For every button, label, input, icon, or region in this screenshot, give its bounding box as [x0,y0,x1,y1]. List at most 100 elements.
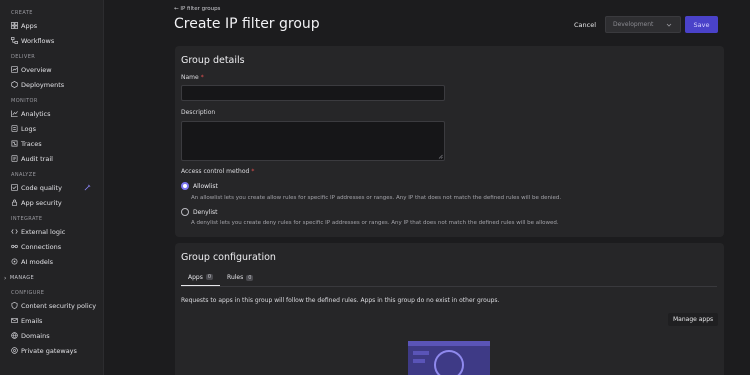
shield-icon [10,302,18,310]
audit-trail-icon [10,155,18,163]
cancel-button[interactable]: Cancel [570,17,600,33]
logs-icon [10,125,18,133]
name-label: Name * [181,74,204,81]
allowlist-radio-option[interactable]: Allowlist [181,182,218,190]
sidebar-item-overview[interactable]: Overview [0,62,103,77]
sidebar-item-label: Overview [21,65,52,74]
tab-count-badge: 0 [246,274,254,281]
sidebar-item-label: Analytics [21,109,51,118]
sidebar-item-label: App security [21,198,62,207]
group-details-card: Group details Name * Description Access c… [175,46,724,237]
sparkle-icon [84,184,91,191]
sidebar-item-traces[interactable]: Traces [0,136,103,151]
sidebar-item-app-security[interactable]: App security [0,195,103,210]
tab-rules[interactable]: Rules 0 [220,269,260,286]
denylist-label: Denylist [193,208,218,216]
sidebar-section-configure: CONFIGURE [11,290,45,296]
tab-count-badge: 0 [205,274,214,280]
sidebar-item-label: Workflows [21,36,55,45]
page-title: Create IP filter group [174,16,320,32]
app-security-icon [10,199,18,207]
sidebar: CREATE Apps Workflows DELIVER Overview D… [0,0,104,375]
environment-select-value: Development [613,21,654,28]
sidebar-item-label: Logs [21,124,36,133]
sidebar-item-analytics[interactable]: Analytics [0,106,103,121]
sidebar-item-label: Connections [21,242,62,251]
chevron-down-icon [666,23,672,27]
access-control-label-text: Access control method [181,168,250,175]
sidebar-item-label: External logic [21,227,66,236]
environment-select[interactable]: Development [605,16,681,33]
resize-grip-icon[interactable] [438,154,443,159]
description-textarea[interactable] [181,121,445,161]
sidebar-item-label: Deployments [21,80,65,89]
workflows-icon [10,37,18,45]
denylist-help-text: A denylist lets you create deny rules fo… [191,220,559,226]
tab-label: Rules [227,274,244,281]
sidebar-item-emails[interactable]: Emails [0,313,103,328]
sidebar-item-logs[interactable]: Logs [0,121,103,136]
tab-apps[interactable]: Apps 0 [181,269,221,286]
name-input[interactable] [181,85,445,101]
sidebar-section-integrate: INTEGRATE [11,216,43,222]
sidebar-section-deliver: DELIVER [11,54,36,60]
group-details-heading: Group details [181,55,245,66]
sidebar-item-workflows[interactable]: Workflows [0,33,103,48]
sidebar-item-label: Content security policy [21,301,97,310]
manage-apps-button[interactable]: Manage apps [668,313,719,326]
sidebar-section-create: CREATE [11,10,33,16]
config-tabs: Apps 0 Rules 0 [181,269,260,286]
sidebar-item-connections[interactable]: Connections [0,239,103,254]
analytics-icon [10,110,18,118]
sidebar-item-deployments[interactable]: Deployments [0,77,103,92]
sidebar-section-analyze: ANALYZE [11,172,37,178]
connections-icon [10,243,18,251]
sidebar-section-manage[interactable]: › MANAGE [0,272,103,284]
ai-models-icon [10,258,18,266]
required-marker: * [251,168,255,175]
tabs-divider [181,286,717,287]
sidebar-item-label: Apps [21,21,38,30]
sidebar-item-apps[interactable]: Apps [0,18,103,33]
mail-icon [10,317,18,325]
sidebar-item-label: Traces [21,139,42,148]
sidebar-section-monitor: MONITOR [11,98,38,104]
allowlist-radio[interactable] [181,182,189,190]
empty-state-illustration [408,341,490,375]
chevron-right-icon: › [4,274,7,282]
name-label-text: Name [181,74,199,81]
group-configuration-description: Requests to apps in this group will foll… [181,297,500,304]
apps-icon [10,22,18,30]
sidebar-item-private-gateways[interactable]: Private gateways [0,343,103,358]
sidebar-section-label: MANAGE [9,275,35,281]
sidebar-item-label: AI models [21,257,54,266]
external-logic-icon [10,228,18,236]
description-label: Description [181,109,216,116]
save-button[interactable]: Save [685,16,718,33]
sidebar-item-label: Private gateways [21,346,77,355]
sidebar-item-code-quality[interactable]: Code quality [0,180,103,195]
denylist-radio[interactable] [181,208,189,216]
deployments-icon [10,81,18,89]
group-configuration-heading: Group configuration [181,252,276,263]
sidebar-item-domains[interactable]: Domains [0,328,103,343]
sidebar-item-content-security-policy[interactable]: Content security policy [0,298,103,313]
sidebar-item-audit-trail[interactable]: Audit trail [0,151,103,166]
back-link[interactable]: ← IP filter groups [174,6,220,12]
gateway-icon [10,347,18,355]
allowlist-label: Allowlist [193,182,218,190]
overview-icon [10,66,18,74]
sidebar-item-label: Emails [21,316,43,325]
sidebar-item-label: Domains [21,331,50,340]
required-marker: * [200,74,204,81]
denylist-radio-option[interactable]: Denylist [181,208,217,216]
traces-icon [10,140,18,148]
tab-label: Apps [188,273,203,281]
sidebar-item-external-logic[interactable]: External logic [0,224,103,239]
main-content: ← IP filter groups Create IP filter grou… [104,0,750,375]
group-configuration-card: Group configuration Apps 0 Rules 0 Reque… [175,243,724,375]
sidebar-item-ai-models[interactable]: AI models [0,254,103,269]
sidebar-item-label: Code quality [21,183,62,192]
globe-icon [10,332,18,340]
sidebar-item-label: Audit trail [21,154,53,163]
